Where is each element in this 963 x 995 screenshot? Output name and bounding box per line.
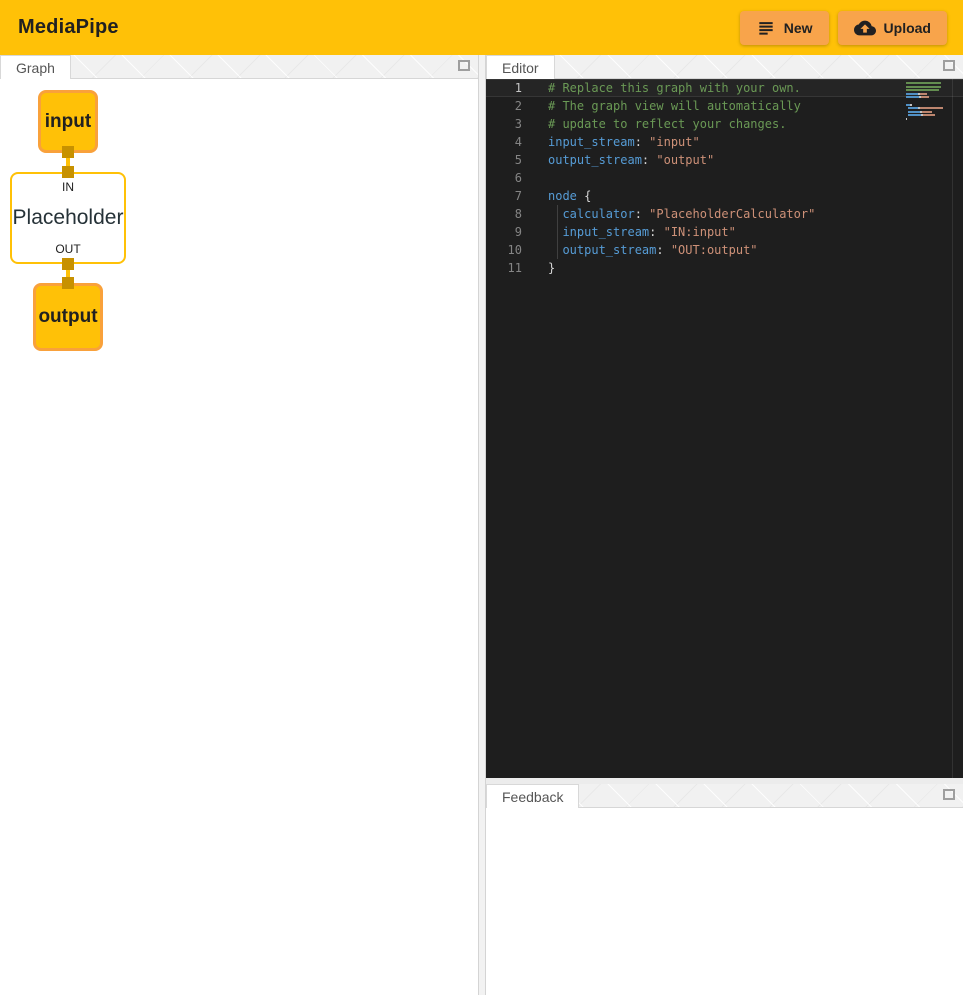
indent-guide xyxy=(557,205,558,259)
code-line[interactable]: 11} xyxy=(486,259,963,277)
port-placeholder-in xyxy=(62,166,74,178)
code-line[interactable]: 5output_stream: "output" xyxy=(486,151,963,169)
code-line[interactable]: 7node { xyxy=(486,187,963,205)
header-actions: New Upload xyxy=(740,11,947,45)
crop-square-icon[interactable] xyxy=(458,60,470,71)
placeholder-in-label: IN xyxy=(62,180,74,194)
code-line[interactable]: 3# update to reflect your changes. xyxy=(486,115,963,133)
code-editor[interactable]: 1# Replace this graph with your own.2# T… xyxy=(486,79,963,778)
port-input-out xyxy=(62,146,74,158)
editor-tab-strip: Editor xyxy=(486,55,963,79)
port-output-in xyxy=(62,277,74,289)
new-button[interactable]: New xyxy=(740,11,829,45)
graph-node-output-label: output xyxy=(38,306,97,328)
crop-square-icon[interactable] xyxy=(943,789,955,800)
right-column: Editor 1# Replace this graph with your o… xyxy=(486,55,963,995)
editor-panel: Editor 1# Replace this graph with your o… xyxy=(486,55,963,778)
tab-editor-label: Editor xyxy=(502,60,539,76)
graph-node-input[interactable]: input xyxy=(38,90,98,153)
code-line[interactable]: 6 xyxy=(486,169,963,187)
app-header: MediaPipe New Upload xyxy=(0,0,963,55)
panel-splitter[interactable] xyxy=(478,55,486,995)
new-button-label: New xyxy=(784,20,813,36)
port-placeholder-out xyxy=(62,258,74,270)
graph-node-placeholder[interactable]: IN Placeholder OUT xyxy=(10,172,126,264)
code-line[interactable]: 1# Replace this graph with your own. xyxy=(486,79,963,97)
upload-button-label: Upload xyxy=(884,20,931,36)
tab-graph[interactable]: Graph xyxy=(0,55,71,79)
graph-node-placeholder-label: Placeholder xyxy=(13,206,124,230)
tab-feedback[interactable]: Feedback xyxy=(486,784,579,808)
upload-button[interactable]: Upload xyxy=(838,11,947,45)
editor-minimap[interactable] xyxy=(906,82,948,122)
tab-feedback-label: Feedback xyxy=(502,789,563,805)
app-title: MediaPipe xyxy=(18,16,119,39)
code-line[interactable]: 4input_stream: "input" xyxy=(486,133,963,151)
graph-node-output[interactable]: output xyxy=(33,283,103,351)
tab-graph-label: Graph xyxy=(16,60,55,76)
cloud-upload-icon xyxy=(854,17,876,39)
graph-node-input-label: input xyxy=(45,111,91,133)
feedback-panel: Feedback xyxy=(486,784,963,995)
feedback-body xyxy=(486,808,963,995)
main-area: Graph input IN Placeholder OUT output xyxy=(0,55,963,995)
graph-canvas[interactable]: input IN Placeholder OUT output xyxy=(0,79,478,995)
graph-tab-strip: Graph xyxy=(0,55,478,79)
code-line[interactable]: 2# The graph view will automatically xyxy=(486,97,963,115)
subject-lines-icon xyxy=(756,18,776,38)
feedback-tab-strip: Feedback xyxy=(486,784,963,808)
placeholder-out-label: OUT xyxy=(55,242,80,256)
graph-panel: Graph input IN Placeholder OUT output xyxy=(0,55,478,995)
tab-editor[interactable]: Editor xyxy=(486,55,555,79)
crop-square-icon[interactable] xyxy=(943,60,955,71)
